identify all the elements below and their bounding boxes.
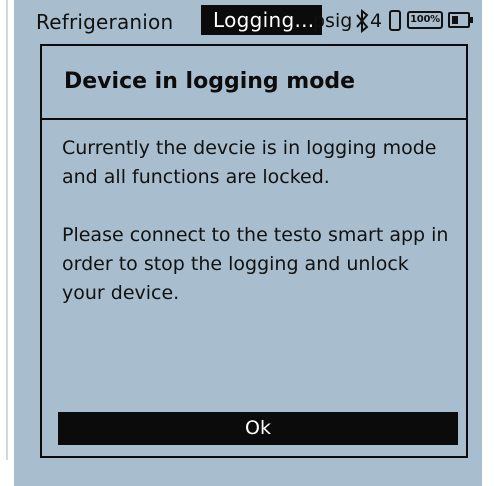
bluetooth-count: 4	[370, 10, 383, 32]
status-bar: Refrigeranion Logging... psig 4 100%	[14, 0, 482, 42]
battery-icon	[448, 12, 473, 28]
dialog-title: Device in logging mode	[64, 69, 356, 94]
phone-icon	[389, 10, 401, 31]
dialog-header: Device in logging mode	[42, 46, 466, 120]
dialog-message-instructions: Please connect to the testo smart app in…	[62, 224, 449, 304]
device-screen: Refrigeranion Logging... psig 4 100% Dev…	[14, 0, 482, 486]
battery-percent-icon: 100%	[407, 11, 443, 29]
dialog-message: Currently the devcie is in logging mode …	[62, 134, 452, 337]
app-name: Refrigeranion	[36, 10, 174, 34]
dialog-message-locked: Currently the devcie is in logging mode …	[62, 137, 437, 188]
battery-level	[452, 16, 458, 24]
logging-mode-dialog: Device in logging mode Currently the dev…	[40, 44, 468, 458]
logging-mode-indicator: Logging...	[201, 5, 323, 35]
bluetooth-icon	[356, 9, 369, 33]
pressure-unit: psig	[313, 10, 353, 32]
device-frame-edge	[6, 0, 8, 460]
ok-button[interactable]: Ok	[58, 412, 458, 445]
